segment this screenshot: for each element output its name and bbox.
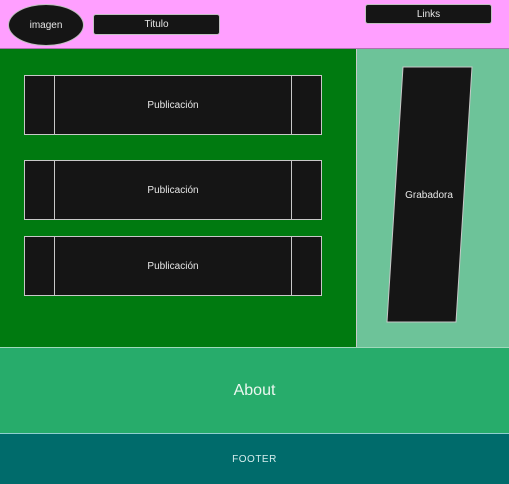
publication-right-panel xyxy=(291,161,321,219)
page-title: Titulo xyxy=(93,14,220,35)
publication-label: Publicación xyxy=(147,99,199,111)
publication-right-panel xyxy=(291,237,321,295)
links-button[interactable]: Links xyxy=(365,4,492,24)
publication-left-panel xyxy=(25,237,55,295)
header: imagen Titulo Links xyxy=(0,0,509,49)
publication-left-panel xyxy=(25,76,55,134)
publication-left-panel xyxy=(25,161,55,219)
footer: FOOTER xyxy=(0,433,509,484)
page-title-label: Titulo xyxy=(144,19,169,30)
recorder-widget[interactable]: Grabadora xyxy=(357,49,509,347)
main-content: Publicación Publicación Publicación xyxy=(0,49,356,347)
publication-right-panel xyxy=(291,76,321,134)
logo-label: imagen xyxy=(29,19,63,31)
sidebar: Grabadora xyxy=(356,49,509,347)
about-section: About xyxy=(0,347,509,433)
publication-card[interactable]: Publicación xyxy=(24,160,322,220)
footer-label: FOOTER xyxy=(232,453,277,465)
publication-card[interactable]: Publicación xyxy=(24,75,322,135)
publication-label: Publicación xyxy=(147,260,199,272)
publication-card[interactable]: Publicación xyxy=(24,236,322,296)
links-button-label: Links xyxy=(416,8,441,20)
about-label: About xyxy=(233,381,276,399)
recorder-label: Grabadora xyxy=(405,190,453,201)
logo-image: imagen xyxy=(8,4,84,46)
publication-label: Publicación xyxy=(147,184,199,196)
